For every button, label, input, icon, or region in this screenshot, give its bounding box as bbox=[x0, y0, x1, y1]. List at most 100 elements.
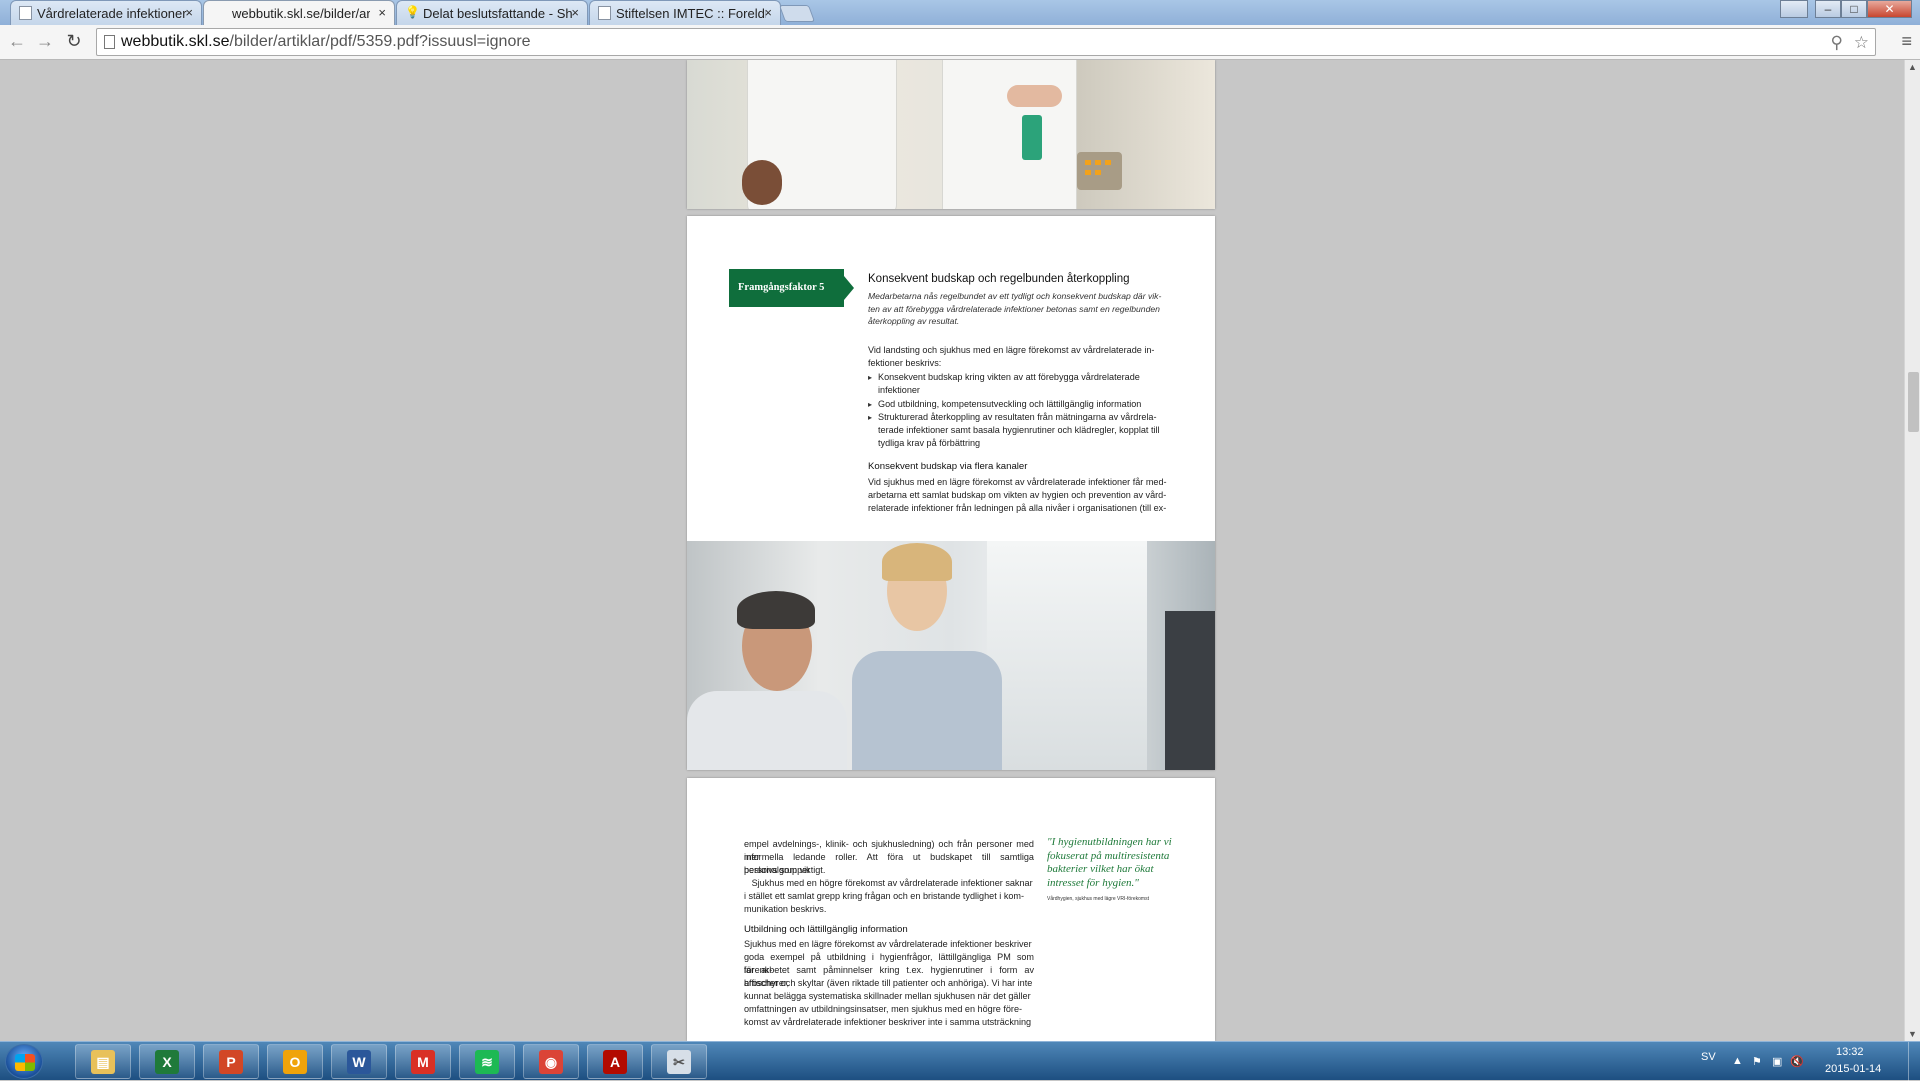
intro-line: ten av att förebygga vårdrelaterade infe… bbox=[868, 303, 1160, 314]
pull-quote: "I hygienutbildningen har vi fokuserat p… bbox=[1047, 836, 1197, 890]
acrobat-icon: A bbox=[603, 1049, 627, 1074]
bullet-line: infektioner bbox=[878, 385, 920, 395]
page-icon bbox=[598, 6, 611, 20]
excel-icon: X bbox=[155, 1049, 179, 1074]
scroll-down-arrow-icon[interactable]: ▼ bbox=[1908, 1029, 1917, 1039]
start-button[interactable] bbox=[5, 1044, 43, 1079]
taskbar-spotify-button[interactable]: ≋ bbox=[459, 1044, 515, 1079]
pdf-page-continued: empel avdelnings-, klinik- och sjukhusle… bbox=[687, 778, 1215, 1041]
taskbar-snipping-tool-button[interactable]: ✂ bbox=[651, 1044, 707, 1079]
taskbar-powerpoint-button[interactable]: P bbox=[203, 1044, 259, 1079]
body-line: Vid landsting och sjukhus med en lägre f… bbox=[868, 345, 1155, 355]
nurse-hand bbox=[742, 160, 782, 205]
browser-toolbar: ← → ↻ webbutik.skl.se/bilder/artiklar/pd… bbox=[0, 25, 1920, 60]
quote-line: fokuserat på multiresistenta bbox=[1047, 849, 1170, 862]
taskbar-word-button[interactable]: W bbox=[331, 1044, 387, 1079]
body-line: Sjukhus med en högre förekomst av vårdre… bbox=[744, 878, 1033, 888]
search-icon[interactable]: ⚲ bbox=[1831, 30, 1843, 56]
body-line: relaterade infektioner från ledningen på… bbox=[868, 503, 1167, 513]
computer-monitor bbox=[1165, 611, 1215, 770]
system-tray: SV ▲ ⚑ ▣ 🔇 13:32 2015-01-14 bbox=[1670, 1042, 1920, 1081]
bullet-line: God utbildning, kompetensutveckling och … bbox=[878, 399, 1142, 409]
close-tab-icon[interactable]: × bbox=[185, 5, 193, 20]
tab-title: Stiftelsen IMTEC :: Foreldr bbox=[616, 6, 766, 21]
page-icon bbox=[19, 6, 32, 20]
new-tab-button[interactable] bbox=[778, 5, 816, 22]
bullet-item: Strukturerad återkoppling av resultaten … bbox=[868, 411, 1168, 450]
user-profile-button[interactable] bbox=[1780, 0, 1808, 18]
photo-nurses-at-computer bbox=[687, 541, 1215, 770]
tab-vardrelaterade[interactable]: Vårdrelaterade infektioner × bbox=[10, 0, 202, 25]
show-desktop-button[interactable] bbox=[1908, 1042, 1920, 1081]
vertical-scrollbar[interactable]: ▲ ▼ bbox=[1904, 60, 1920, 1041]
body-line: fektioner beskrivs: bbox=[868, 358, 942, 368]
chrome-icon: ◉ bbox=[539, 1049, 563, 1074]
body-line: affischer och skyltar (även riktade till… bbox=[744, 978, 1033, 988]
maximize-button[interactable]: □ bbox=[1841, 0, 1867, 18]
outlook-icon: O bbox=[283, 1049, 307, 1074]
language-indicator[interactable]: SV bbox=[1701, 1051, 1716, 1063]
body-line: komst av vårdrelaterade infektioner besk… bbox=[744, 1017, 1032, 1027]
bookmark-star-icon[interactable]: ☆ bbox=[1854, 30, 1869, 56]
taskbar-file-explorer-button[interactable]: ▤ bbox=[75, 1044, 131, 1079]
body-line: Sjukhus med en lägre förekomst av vårdre… bbox=[744, 939, 1032, 949]
body-line: munikation beskrivs. bbox=[744, 904, 827, 914]
address-bar[interactable]: webbutik.skl.se/bilder/artiklar/pdf/5359… bbox=[96, 28, 1876, 56]
tab-stiftelsen-imtec[interactable]: Stiftelsen IMTEC :: Foreldr × bbox=[589, 0, 781, 25]
taskbar-acrobat-button[interactable]: A bbox=[587, 1044, 643, 1079]
url-path: /bilder/artiklar/pdf/5359.pdf?issuusl=ig… bbox=[229, 33, 531, 50]
pdf-viewer[interactable]: Framgångsfaktor 5 Konsekvent budskap och… bbox=[0, 60, 1904, 1041]
bulb-icon: 💡 bbox=[405, 5, 420, 19]
close-tab-icon[interactable]: × bbox=[378, 5, 386, 20]
subheading: Konsekvent budskap via flera kanaler bbox=[868, 461, 1028, 472]
nurse-hands bbox=[1007, 85, 1062, 107]
taskbar-outlook-button[interactable]: O bbox=[267, 1044, 323, 1079]
body-line: omfattningen av utbildningsinsatser, men… bbox=[744, 1004, 1023, 1014]
quote-line: intresset för hygien." bbox=[1047, 876, 1139, 889]
bullet-line: terade infektioner samt basala hygienrut… bbox=[878, 425, 1160, 435]
tab-title: Delat beslutsfattande - Sh bbox=[423, 6, 573, 21]
taskbar-gmail-button[interactable]: M bbox=[395, 1044, 451, 1079]
minimize-button[interactable]: – bbox=[1815, 0, 1841, 18]
back-button[interactable]: ← bbox=[5, 31, 29, 52]
bullet-line: tydliga krav på förbättring bbox=[878, 438, 981, 448]
bullet-line: Strukturerad återkoppling av resultaten … bbox=[878, 412, 1157, 422]
tab-title: webbutik.skl.se/bilder/arti bbox=[232, 6, 370, 21]
close-window-button[interactable]: ✕ bbox=[1867, 0, 1912, 18]
clock-time[interactable]: 13:32 bbox=[1836, 1046, 1864, 1058]
forward-button[interactable]: → bbox=[33, 31, 57, 52]
tab-webbutik[interactable]: webbutik.skl.se/bilder/arti × bbox=[203, 0, 395, 25]
body-line: kunnat belägga systematiska skillnader m… bbox=[744, 991, 1031, 1001]
section-heading: Konsekvent budskap och regelbunden återk… bbox=[868, 273, 1130, 285]
success-factor-badge: Framgångsfaktor 5 bbox=[729, 269, 854, 307]
pdf-page-success-factor: Framgångsfaktor 5 Konsekvent budskap och… bbox=[687, 216, 1215, 770]
doctor-coat bbox=[687, 691, 847, 770]
file-explorer-icon: ▤ bbox=[91, 1049, 115, 1074]
snipping-tool-icon: ✂ bbox=[667, 1049, 691, 1074]
subheading: Utbildning och lättillgänglig informatio… bbox=[744, 924, 908, 935]
volume-muted-icon[interactable]: 🔇 bbox=[1790, 1055, 1804, 1068]
tab-delat-beslutsfattande[interactable]: 💡 Delat beslutsfattande - Sh × bbox=[396, 0, 588, 25]
close-tab-icon[interactable]: × bbox=[571, 5, 579, 20]
network-icon[interactable]: ▣ bbox=[1772, 1055, 1782, 1068]
nurse-coat bbox=[942, 60, 1077, 209]
bullet-line: Konsekvent budskap kring vikten av att f… bbox=[878, 372, 1140, 382]
action-center-flag-icon[interactable]: ⚑ bbox=[1752, 1055, 1762, 1068]
quote-source: Vårdhygien, sjukhus med lägre VRI-föreko… bbox=[1047, 896, 1149, 902]
body-line: Vid sjukhus med en lägre förekomst av vå… bbox=[868, 477, 1167, 487]
intro-line: återkoppling av resultat. bbox=[868, 316, 960, 327]
taskbar-chrome-button[interactable]: ◉ bbox=[523, 1044, 579, 1079]
show-hidden-icons-icon[interactable]: ▲ bbox=[1732, 1055, 1743, 1067]
scroll-up-arrow-icon[interactable]: ▲ bbox=[1908, 62, 1917, 72]
gmail-icon: M bbox=[411, 1049, 435, 1074]
close-tab-icon[interactable]: × bbox=[764, 5, 772, 20]
scrollbar-thumb[interactable] bbox=[1908, 372, 1919, 432]
reload-button[interactable]: ↻ bbox=[62, 31, 86, 52]
taskbar-excel-button[interactable]: X bbox=[139, 1044, 195, 1079]
powerpoint-icon: P bbox=[219, 1049, 243, 1074]
windows-taskbar: ▤ X P O W M ≋ ◉ A ✂ SV ▲ ⚑ ▣ 🔇 13:32 2015-01-14 bbox=[0, 1041, 1920, 1081]
clock-date[interactable]: 2015-01-14 bbox=[1825, 1063, 1881, 1075]
doctor-hair bbox=[737, 591, 815, 629]
chrome-menu-icon[interactable]: ≡ bbox=[1901, 31, 1912, 52]
windows-logo-icon bbox=[15, 1054, 35, 1071]
